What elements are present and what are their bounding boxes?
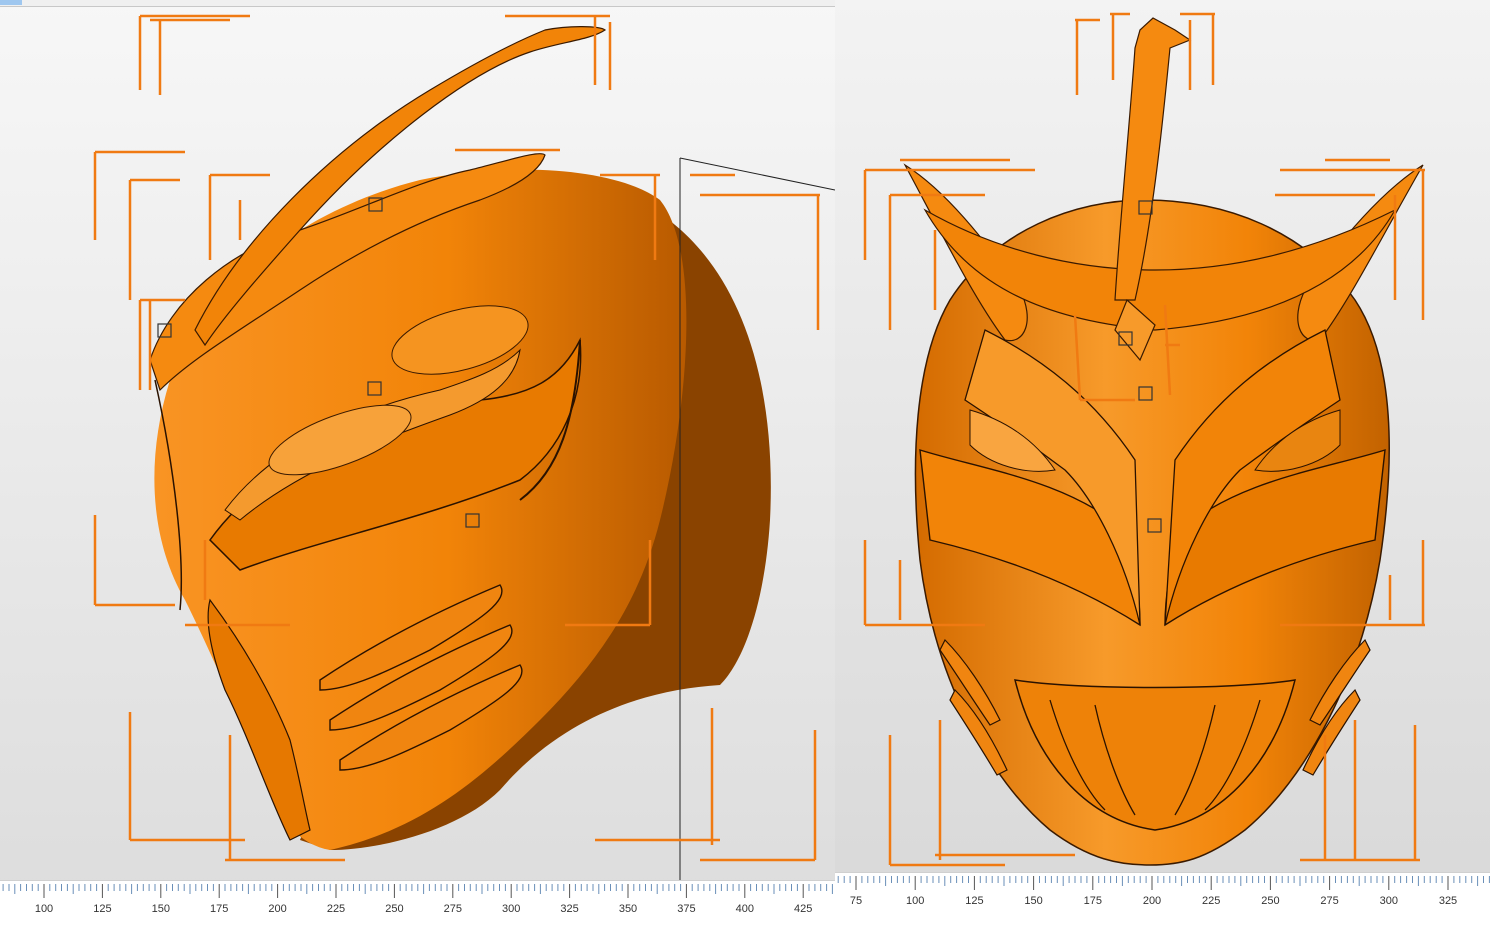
ruler-ticks — [2, 884, 833, 898]
ruler-label: 125 — [93, 903, 112, 915]
ruler-label: 275 — [443, 903, 462, 915]
ruler-label: 350 — [618, 903, 638, 915]
ruler-label: 300 — [502, 903, 521, 915]
ruler-label: 225 — [326, 903, 346, 915]
ruler-front: 75 100 125 150 175 200 225 250 275 300 325 — [835, 872, 1490, 930]
ruler-label: 100 — [34, 903, 54, 915]
ruler-label: 175 — [1083, 895, 1102, 907]
ruler-label: 250 — [385, 903, 404, 915]
ruler-label: 150 — [151, 903, 170, 915]
helmet-front-model[interactable] — [835, 0, 1490, 872]
ruler-label: 150 — [1024, 895, 1043, 907]
ruler-label: 225 — [1202, 895, 1221, 907]
ruler-label: 300 — [1379, 895, 1398, 907]
ruler-side: 100 125 150 175 200 225 250 275 300 325 350 375 400 4… — [0, 880, 835, 930]
ruler-label: 400 — [735, 903, 754, 915]
viewport-front[interactable]: 75 100 125 150 175 200 225 250 275 300 325 — [835, 0, 1490, 930]
ruler-label: 275 — [1320, 895, 1339, 907]
ruler-label: 325 — [560, 903, 579, 915]
ruler-label: 100 — [906, 895, 925, 907]
ruler-label: 200 — [268, 903, 287, 915]
ruler-label: 250 — [1261, 895, 1280, 907]
ruler-label: 375 — [677, 903, 696, 915]
ruler-label: 175 — [210, 903, 229, 915]
ruler-label: 75 — [849, 895, 863, 907]
ruler-label: 125 — [965, 895, 984, 907]
helmet-side-model[interactable] — [0, 0, 835, 880]
ruler-label: 325 — [1438, 895, 1458, 907]
ruler-label: 425 — [794, 903, 813, 915]
ruler-label: 200 — [1142, 895, 1162, 907]
viewport-side[interactable]: 100 125 150 175 200 225 250 275 300 325 350 375 400 4… — [0, 0, 835, 930]
